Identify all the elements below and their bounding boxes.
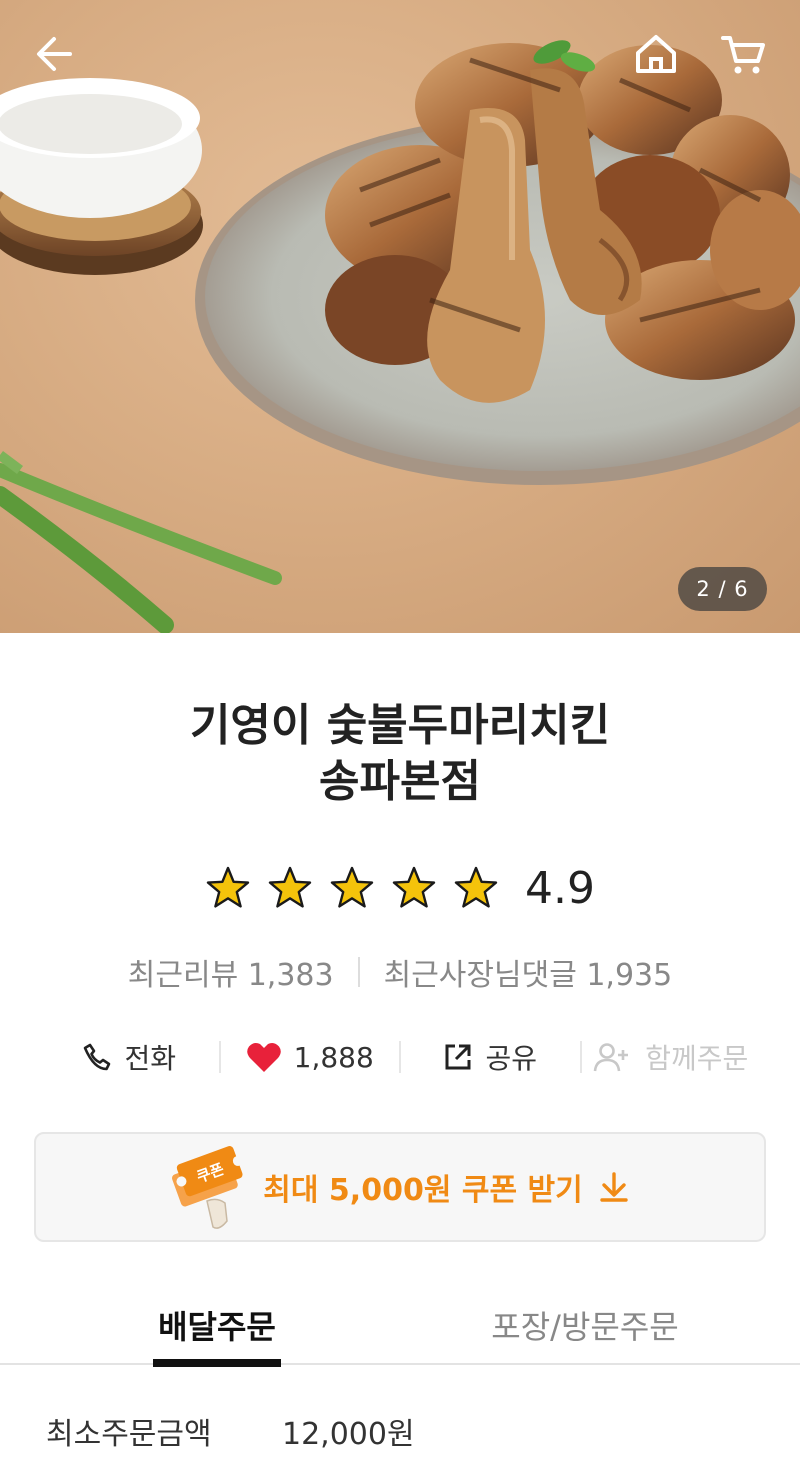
like-count: 1,888 [293, 1040, 374, 1074]
store-photo-carousel[interactable]: 2 / 6 [0, 0, 800, 633]
phone-icon [84, 1043, 111, 1071]
order-type-tabs: 배달주문 포장/방문주문 [0, 1285, 800, 1367]
star-icon [268, 866, 312, 908]
coupon-label: 최대 5,000원 쿠폰 받기 [263, 1173, 583, 1208]
min-order-row: 최소주문금액 12,000원 [46, 1406, 415, 1456]
tab-delivery[interactable]: 배달주문 [150, 1285, 284, 1367]
tab-pickup[interactable]: 포장/방문주문 [470, 1285, 700, 1365]
store-name-line2: 송파본점 [319, 756, 481, 807]
cart-button[interactable] [716, 26, 772, 82]
store-actions: 전화 1,888 공유 함께주문 [40, 1030, 760, 1084]
rating-stars [205, 865, 499, 911]
share-label: 공유 [485, 1042, 538, 1075]
add-user-icon [593, 1043, 629, 1072]
share-icon [445, 1044, 471, 1070]
chicken-photo [0, 40, 800, 633]
home-icon [636, 35, 676, 73]
coupon-icon: 쿠폰 [172, 1146, 244, 1229]
arrow-left-icon [37, 37, 72, 71]
rating-row: 4.9 [0, 858, 800, 918]
cart-icon [721, 36, 765, 74]
star-icon [392, 866, 436, 908]
store-name-line1: 기영이 숯불두마리치킨 [189, 700, 611, 751]
group-order-label: 함께주문 [645, 1042, 749, 1075]
share-button[interactable]: 공유 [401, 1030, 580, 1084]
store-title: 기영이 숯불두마리치킨 송파본점 [0, 698, 800, 810]
owner-replies-link[interactable]: 최근사장님댓글 1,935 [384, 950, 673, 994]
call-label: 전화 [124, 1042, 177, 1075]
star-icon [454, 866, 498, 908]
rating-value: 4.9 [525, 862, 595, 914]
review-summary: 최근리뷰 1,383 최근사장님댓글 1,935 [0, 950, 800, 994]
photo-page-indicator: 2 / 6 [678, 567, 767, 611]
download-arrow-icon [600, 1172, 628, 1202]
min-order-value: 12,000원 [282, 1417, 415, 1452]
like-button[interactable]: 1,888 [221, 1030, 400, 1084]
coupon-download-button[interactable]: 쿠폰 최대 5,000원 쿠폰 받기 [34, 1132, 766, 1242]
store-detail-page: 2 / 6 기영이 숯불두마리치킨 송파본점 4.9 최근리뷰 1,383 최근… [0, 0, 800, 1458]
heart-icon [246, 1042, 281, 1072]
call-button[interactable]: 전화 [40, 1030, 219, 1084]
recent-reviews-link[interactable]: 최근리뷰 1,383 [128, 950, 334, 994]
divider [357, 957, 360, 987]
group-order-button[interactable]: 함께주문 [582, 1030, 761, 1084]
star-icon [206, 866, 250, 908]
back-button[interactable] [26, 26, 82, 82]
min-order-label: 최소주문금액 [46, 1417, 212, 1452]
home-button[interactable] [628, 26, 684, 82]
star-icon [330, 866, 374, 908]
